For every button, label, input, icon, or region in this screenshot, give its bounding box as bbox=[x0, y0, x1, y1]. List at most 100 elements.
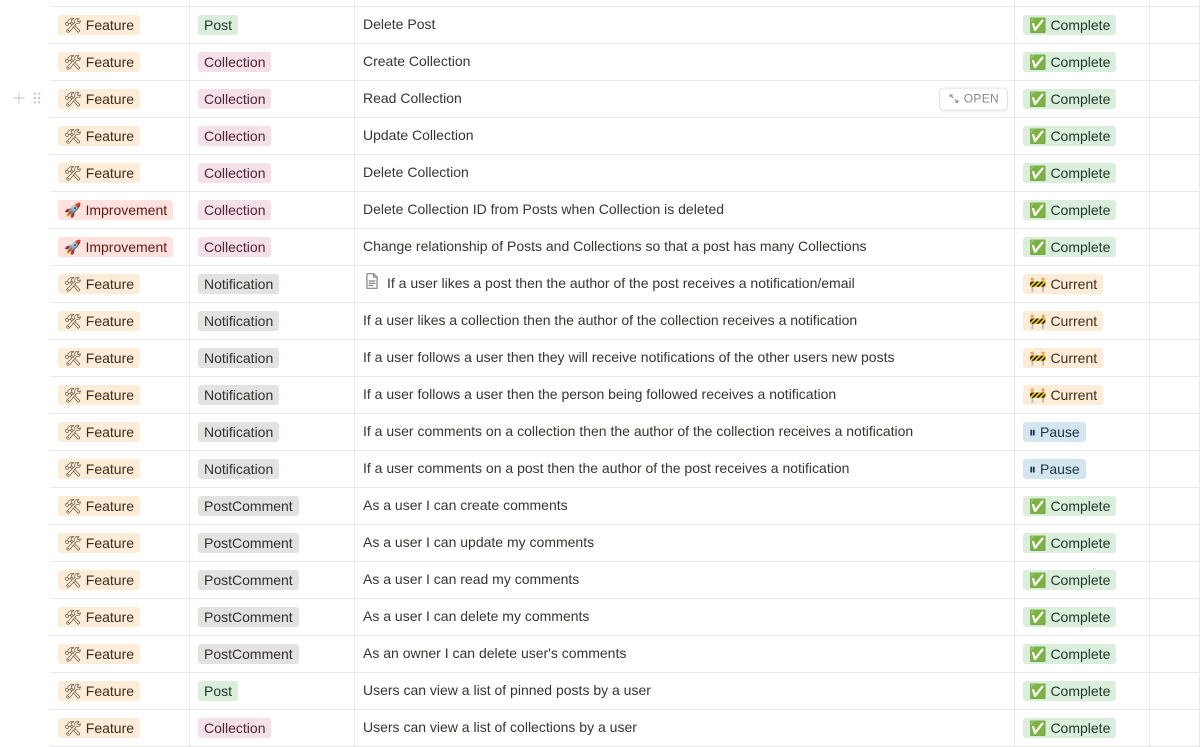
cell-type[interactable]: 🛠Feature bbox=[50, 673, 190, 710]
cell-extra[interactable] bbox=[1150, 229, 1200, 266]
cell-tag[interactable]: Notification bbox=[190, 451, 355, 488]
cell-tag[interactable]: Post bbox=[190, 7, 355, 44]
cell-title[interactable]: Update Collection bbox=[355, 118, 1015, 155]
cell-type[interactable]: 🛠Feature bbox=[50, 599, 190, 636]
cell-tag[interactable]: Post bbox=[190, 673, 355, 710]
cell-tag[interactable]: Notification bbox=[190, 266, 355, 303]
cell-extra[interactable] bbox=[1150, 488, 1200, 525]
cell-tag[interactable]: Notification bbox=[190, 377, 355, 414]
table-row[interactable]: 🛠FeaturePostCommentAs a user I can updat… bbox=[0, 525, 1200, 562]
cell-status[interactable]: ✅Complete bbox=[1015, 192, 1150, 229]
table-row[interactable]: 🛠FeaturePostCommentAs a user I can creat… bbox=[0, 488, 1200, 525]
cell-status[interactable]: ✅Complete bbox=[1015, 155, 1150, 192]
cell-tag[interactable]: Collection bbox=[190, 192, 355, 229]
cell-title[interactable]: Update Post bbox=[355, 0, 1015, 7]
cell-type[interactable]: 🚀Improvement bbox=[50, 229, 190, 266]
cell-type[interactable]: 🛠Feature bbox=[50, 155, 190, 192]
cell-title[interactable]: Delete Post bbox=[355, 7, 1015, 44]
cell-title[interactable]: As a user I can create comments bbox=[355, 488, 1015, 525]
cell-status[interactable]: ✅Complete bbox=[1015, 599, 1150, 636]
cell-extra[interactable] bbox=[1150, 414, 1200, 451]
table-row[interactable]: 🛠FeaturePostCommentAs a user I can delet… bbox=[0, 599, 1200, 636]
cell-status[interactable]: 🚧Current bbox=[1015, 377, 1150, 414]
cell-extra[interactable] bbox=[1150, 303, 1200, 340]
cell-tag[interactable]: PostComment bbox=[190, 525, 355, 562]
cell-title[interactable]: Read CollectionOPEN bbox=[355, 81, 1015, 118]
cell-type[interactable]: 🛠Feature bbox=[50, 118, 190, 155]
drag-handle-icon[interactable] bbox=[30, 91, 44, 108]
cell-extra[interactable] bbox=[1150, 81, 1200, 118]
table-row[interactable]: 🛠FeatureNotificationIf a user likes a co… bbox=[0, 303, 1200, 340]
cell-type[interactable]: 🛠Feature bbox=[50, 266, 190, 303]
table-row[interactable]: 🛠FeatureCollectionCreate Collection✅Comp… bbox=[0, 44, 1200, 81]
cell-extra[interactable] bbox=[1150, 599, 1200, 636]
cell-status[interactable]: 🚧Current bbox=[1015, 266, 1150, 303]
cell-status[interactable]: ✅Complete bbox=[1015, 488, 1150, 525]
table-row[interactable]: 🛠FeatureCollectionUpdate Collection✅Comp… bbox=[0, 118, 1200, 155]
cell-status[interactable]: ✅Complete bbox=[1015, 7, 1150, 44]
table-row[interactable]: 🛠FeaturePostDelete Post✅Complete bbox=[0, 7, 1200, 44]
cell-type[interactable]: 🛠Feature bbox=[50, 44, 190, 81]
cell-tag[interactable]: Notification bbox=[190, 303, 355, 340]
cell-title[interactable]: If a user comments on a collection then … bbox=[355, 414, 1015, 451]
cell-title[interactable]: As a user I can read my comments bbox=[355, 562, 1015, 599]
cell-tag[interactable]: PostComment bbox=[190, 636, 355, 673]
table-row[interactable]: 🛠FeatureNotificationIf a user follows a … bbox=[0, 340, 1200, 377]
cell-title[interactable]: Create Collection bbox=[355, 44, 1015, 81]
add-row-icon[interactable] bbox=[12, 91, 26, 108]
cell-type[interactable]: 🛠Feature bbox=[50, 488, 190, 525]
table-row[interactable]: 🚀ImprovementCollectionChange relationshi… bbox=[0, 229, 1200, 266]
cell-status[interactable]: ✅Complete bbox=[1015, 118, 1150, 155]
cell-extra[interactable] bbox=[1150, 155, 1200, 192]
cell-status[interactable]: 🚧Current bbox=[1015, 340, 1150, 377]
cell-tag[interactable]: Notification bbox=[190, 414, 355, 451]
cell-extra[interactable] bbox=[1150, 266, 1200, 303]
cell-extra[interactable] bbox=[1150, 562, 1200, 599]
cell-status[interactable]: ✅Complete bbox=[1015, 0, 1150, 7]
cell-tag[interactable]: PostComment bbox=[190, 488, 355, 525]
cell-tag[interactable]: Collection bbox=[190, 118, 355, 155]
cell-title[interactable]: If a user likes a collection then the au… bbox=[355, 303, 1015, 340]
cell-status[interactable]: ✅Complete bbox=[1015, 44, 1150, 81]
cell-status[interactable]: ✅Complete bbox=[1015, 562, 1150, 599]
cell-title[interactable]: If a user comments on a post then the au… bbox=[355, 451, 1015, 488]
cell-status[interactable]: ✅Complete bbox=[1015, 673, 1150, 710]
cell-title[interactable]: As a user I can delete my comments bbox=[355, 599, 1015, 636]
cell-status[interactable]: ✅Complete bbox=[1015, 525, 1150, 562]
cell-title[interactable]: Change relationship of Posts and Collect… bbox=[355, 229, 1015, 266]
cell-extra[interactable] bbox=[1150, 673, 1200, 710]
cell-tag[interactable]: Collection bbox=[190, 155, 355, 192]
cell-type[interactable]: 🛠Feature bbox=[50, 340, 190, 377]
cell-type[interactable]: 🛠Feature bbox=[50, 451, 190, 488]
table-row[interactable]: 🛠FeatureCollectionDelete Collection✅Comp… bbox=[0, 155, 1200, 192]
cell-status[interactable]: ⏸Pause bbox=[1015, 414, 1150, 451]
cell-tag[interactable]: Collection bbox=[190, 44, 355, 81]
cell-extra[interactable] bbox=[1150, 7, 1200, 44]
cell-status[interactable]: 🚧Current bbox=[1015, 303, 1150, 340]
table-row[interactable]: 🛠FeatureNotificationIf a user comments o… bbox=[0, 451, 1200, 488]
cell-extra[interactable] bbox=[1150, 636, 1200, 673]
table-row[interactable]: 🛠FeatureCollectionUsers can view a list … bbox=[0, 710, 1200, 747]
cell-tag[interactable]: Post bbox=[190, 0, 355, 7]
cell-extra[interactable] bbox=[1150, 377, 1200, 414]
cell-type[interactable]: 🛠Feature bbox=[50, 377, 190, 414]
cell-type[interactable]: 🛠Feature bbox=[50, 303, 190, 340]
cell-status[interactable]: ✅Complete bbox=[1015, 710, 1150, 747]
cell-extra[interactable] bbox=[1150, 340, 1200, 377]
cell-title[interactable]: Users can view a list of pinned posts by… bbox=[355, 673, 1015, 710]
cell-extra[interactable] bbox=[1150, 118, 1200, 155]
cell-tag[interactable]: Collection bbox=[190, 710, 355, 747]
cell-extra[interactable] bbox=[1150, 710, 1200, 747]
cell-status[interactable]: ✅Complete bbox=[1015, 636, 1150, 673]
cell-tag[interactable]: PostComment bbox=[190, 599, 355, 636]
table-row[interactable]: 🛠FeaturePostCommentAs a user I can read … bbox=[0, 562, 1200, 599]
cell-extra[interactable] bbox=[1150, 0, 1200, 7]
table-row[interactable]: 🛠FeatureNotificationIf a user likes a po… bbox=[0, 266, 1200, 303]
cell-title[interactable]: As a user I can update my comments bbox=[355, 525, 1015, 562]
cell-title[interactable]: If a user likes a post then the author o… bbox=[355, 266, 1015, 303]
cell-type[interactable]: 🛠Feature bbox=[50, 710, 190, 747]
table-row[interactable]: 🚀ImprovementCollectionDelete Collection … bbox=[0, 192, 1200, 229]
cell-type[interactable]: 🛠Feature bbox=[50, 414, 190, 451]
cell-extra[interactable] bbox=[1150, 451, 1200, 488]
table-row[interactable]: 🛠FeatureNotificationIf a user follows a … bbox=[0, 377, 1200, 414]
